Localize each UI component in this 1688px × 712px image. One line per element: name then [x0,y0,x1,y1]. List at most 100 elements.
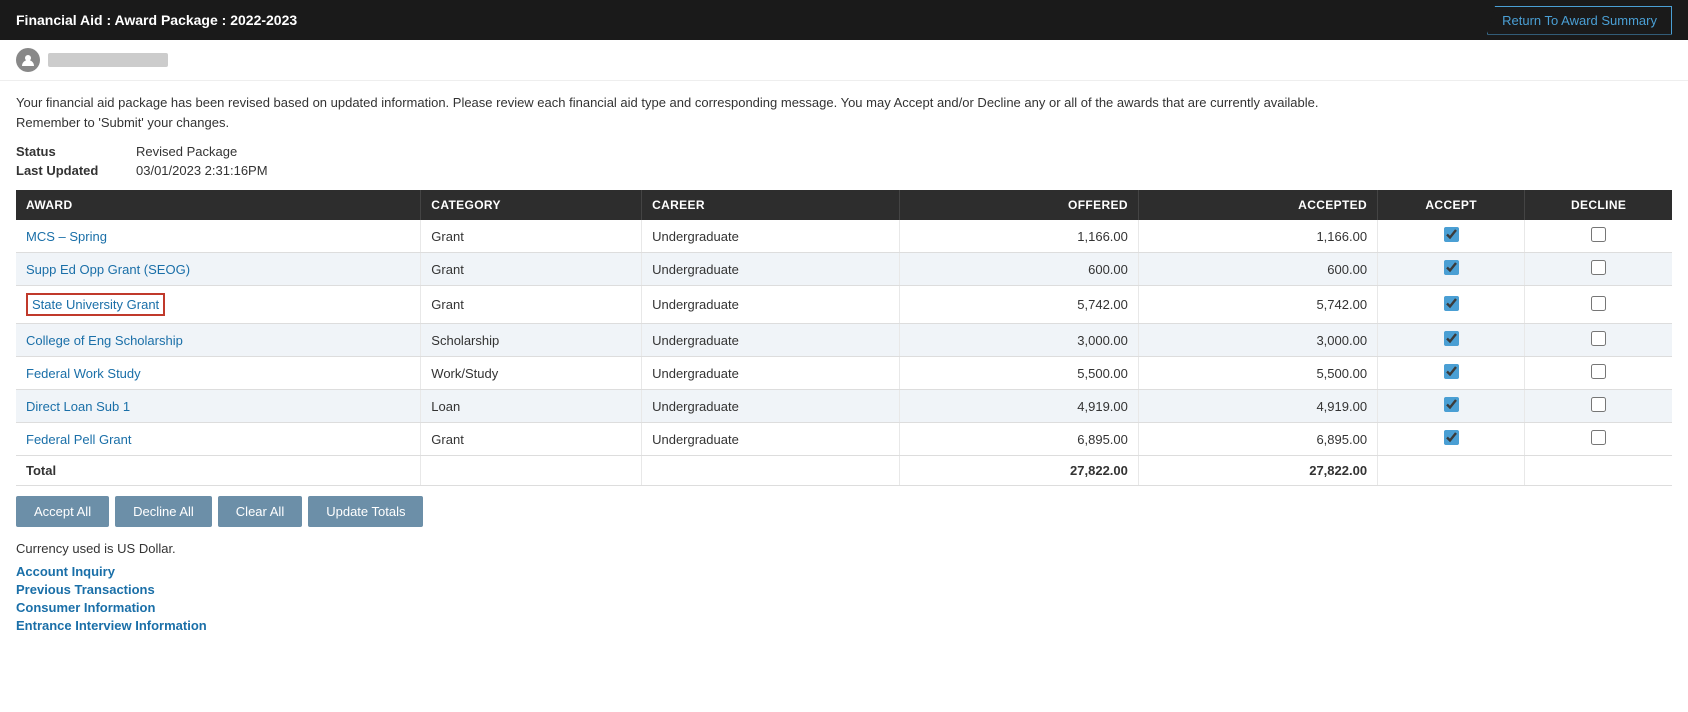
total-label-cell: Total [16,456,421,486]
award-link[interactable]: Direct Loan Sub 1 [26,399,130,414]
award-link[interactable]: Federal Pell Grant [26,432,132,447]
update-totals-button[interactable]: Update Totals [308,496,423,527]
table-row: Federal Work Study Work/StudyUndergraduat… [16,357,1672,390]
user-name-redacted [48,53,168,67]
decline-checkbox-cell[interactable] [1525,286,1672,324]
return-to-award-summary-button[interactable]: Return To Award Summary [1487,6,1672,35]
header-title: Financial Aid : Award Package : 2022-202… [16,12,297,28]
offered-cell: 4,919.00 [899,390,1138,423]
status-section: Status Revised Package Last Updated 03/0… [16,144,1672,178]
footer-link-previous-transactions[interactable]: Previous Transactions [16,582,1672,597]
decline-checkbox[interactable] [1591,364,1606,379]
accept-checkbox-cell[interactable] [1378,423,1525,456]
table-row: State University GrantGrantUndergraduate… [16,286,1672,324]
accept-checkbox-cell[interactable] [1378,253,1525,286]
footer-link-account-inquiry[interactable]: Account Inquiry [16,564,1672,579]
decline-checkbox-cell[interactable] [1525,253,1672,286]
main-content: Your financial aid package has been revi… [0,81,1688,645]
total-offered-cell: 27,822.00 [899,456,1138,486]
accept-checkbox-cell[interactable] [1378,357,1525,390]
award-link[interactable]: Supp Ed Opp Grant (SEOG) [26,262,190,277]
footer-link-entrance-interview-information[interactable]: Entrance Interview Information [16,618,1672,633]
offered-cell: 1,166.00 [899,220,1138,253]
accept-all-button[interactable]: Accept All [16,496,109,527]
footer-links: Account Inquiry Previous Transactions Cons… [16,564,1672,633]
user-row [0,40,1688,81]
total-accepted-cell: 27,822.00 [1138,456,1377,486]
decline-checkbox-cell[interactable] [1525,423,1672,456]
user-avatar-icon [16,48,40,72]
offered-cell: 600.00 [899,253,1138,286]
table-row: Supp Ed Opp Grant (SEOG)GrantUndergradua… [16,253,1672,286]
accept-checkbox[interactable] [1444,331,1459,346]
table-header-row: AWARD CATEGORY CAREER OFFERED ACCEPTED A… [16,190,1672,220]
decline-checkbox-cell[interactable] [1525,220,1672,253]
career-cell: Undergraduate [642,423,900,456]
decline-checkbox[interactable] [1591,296,1606,311]
total-row: Total 27,822.0027,822.00 [16,456,1672,486]
award-link[interactable]: Federal Work Study [26,366,141,381]
table-row: College of Eng Scholarship ScholarshipUnd… [16,324,1672,357]
last-updated-value: 03/01/2023 2:31:16PM [136,163,268,178]
category-cell: Work/Study [421,357,642,390]
category-cell: Grant [421,286,642,324]
decline-checkbox[interactable] [1591,227,1606,242]
offered-cell: 5,742.00 [899,286,1138,324]
accepted-cell: 5,500.00 [1138,357,1377,390]
footer-link-consumer-information[interactable]: Consumer Information [16,600,1672,615]
category-cell: Scholarship [421,324,642,357]
status-value: Revised Package [136,144,237,159]
accept-checkbox[interactable] [1444,397,1459,412]
total-empty-cell [1525,456,1672,486]
accept-checkbox-cell[interactable] [1378,220,1525,253]
accepted-cell: 5,742.00 [1138,286,1377,324]
col-header-category: CATEGORY [421,190,642,220]
accept-checkbox-cell[interactable] [1378,390,1525,423]
award-link[interactable]: College of Eng Scholarship [26,333,183,348]
career-cell: Undergraduate [642,357,900,390]
career-cell: Undergraduate [642,253,900,286]
accept-checkbox-cell[interactable] [1378,324,1525,357]
col-header-offered: OFFERED [899,190,1138,220]
awards-table: AWARD CATEGORY CAREER OFFERED ACCEPTED A… [16,190,1672,486]
career-cell: Undergraduate [642,390,900,423]
accept-checkbox[interactable] [1444,296,1459,311]
col-header-decline: DECLINE [1525,190,1672,220]
table-row: Federal Pell GrantGrantUndergraduate6,89… [16,423,1672,456]
decline-checkbox[interactable] [1591,430,1606,445]
table-row: MCS – SpringGrantUndergraduate1,166.001,… [16,220,1672,253]
category-cell: Grant [421,220,642,253]
accepted-cell: 3,000.00 [1138,324,1377,357]
decline-checkbox[interactable] [1591,397,1606,412]
career-cell: Undergraduate [642,324,900,357]
decline-checkbox[interactable] [1591,260,1606,275]
category-cell: Grant [421,423,642,456]
status-label: Status [16,144,136,159]
total-empty-cell [1378,456,1525,486]
accept-checkbox[interactable] [1444,260,1459,275]
offered-cell: 5,500.00 [899,357,1138,390]
accept-checkbox[interactable] [1444,430,1459,445]
award-link[interactable]: State University Grant [26,293,165,316]
decline-checkbox-cell[interactable] [1525,324,1672,357]
decline-checkbox[interactable] [1591,331,1606,346]
total-empty-cell [642,456,900,486]
accepted-cell: 600.00 [1138,253,1377,286]
decline-checkbox-cell[interactable] [1525,390,1672,423]
table-row: Direct Loan Sub 1LoanUndergraduate4,919.… [16,390,1672,423]
col-header-accepted: ACCEPTED [1138,190,1377,220]
decline-all-button[interactable]: Decline All [115,496,212,527]
offered-cell: 3,000.00 [899,324,1138,357]
header: Financial Aid : Award Package : 2022-202… [0,0,1688,40]
accept-checkbox[interactable] [1444,227,1459,242]
accepted-cell: 1,166.00 [1138,220,1377,253]
total-empty-cell [421,456,642,486]
last-updated-label: Last Updated [16,163,136,178]
accept-checkbox[interactable] [1444,364,1459,379]
last-updated-row: Last Updated 03/01/2023 2:31:16PM [16,163,1672,178]
award-link[interactable]: MCS – Spring [26,229,107,244]
career-cell: Undergraduate [642,220,900,253]
decline-checkbox-cell[interactable] [1525,357,1672,390]
clear-all-button[interactable]: Clear All [218,496,302,527]
accept-checkbox-cell[interactable] [1378,286,1525,324]
